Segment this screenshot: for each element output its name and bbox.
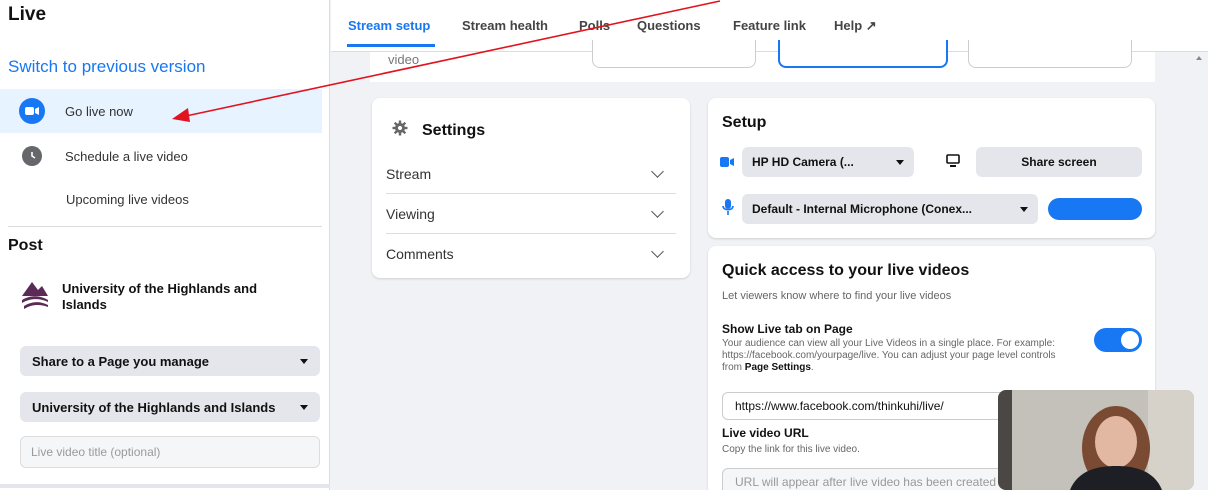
quick-access-title: Quick access to your live videos <box>722 262 970 279</box>
toggle-knob <box>1121 331 1139 349</box>
video-camera-icon <box>19 98 45 124</box>
page-select-dropdown[interactable]: University of the Highlands and Islands <box>20 392 320 422</box>
left-sidebar: Live Switch to previous version Go live … <box>0 0 330 490</box>
tab-stream-setup[interactable]: Stream setup <box>348 18 430 33</box>
accordion-comments[interactable]: Comments <box>386 234 676 274</box>
video-option-label: video <box>388 52 420 67</box>
show-live-tab-description: Your audience can view all your Live Vid… <box>722 338 1067 374</box>
settings-header: Settings <box>392 120 485 141</box>
accordion-stream[interactable]: Stream <box>386 154 676 194</box>
live-title-input[interactable] <box>20 436 320 468</box>
page-identity: University of the Highlands and Islands <box>20 278 272 315</box>
tab-questions[interactable]: Questions <box>637 18 701 33</box>
sidebar-item-label: Go live now <box>65 103 133 119</box>
caret-down-icon <box>1020 206 1028 212</box>
dropdown-value: University of the Highlands and Islands <box>32 399 276 415</box>
chevron-down-icon <box>651 164 664 178</box>
sidebar-item-go-live-now[interactable]: Go live now <box>0 89 322 133</box>
scroll-up-arrow-icon[interactable] <box>1196 56 1202 60</box>
quick-access-subtitle: Let viewers know where to find your live… <box>722 290 952 302</box>
share-to-page-dropdown[interactable]: Share to a Page you manage <box>20 346 320 376</box>
show-live-tab-label: Show Live tab on Page <box>722 322 853 336</box>
chevron-down-icon <box>651 204 664 218</box>
camera-select[interactable]: HP HD Camera (... <box>742 147 914 177</box>
sidebar-item-upcoming[interactable]: Upcoming live videos <box>0 177 322 221</box>
microphone-select[interactable]: Default - Internal Microphone (Conex... <box>742 194 1038 224</box>
monitor-icon <box>946 154 960 173</box>
caret-down-icon <box>896 159 904 165</box>
caret-down-icon <box>300 404 308 410</box>
sidebar-title: Live <box>8 4 47 25</box>
accordion-viewing[interactable]: Viewing <box>386 194 676 234</box>
tab-help[interactable]: Help ↗ <box>834 18 877 34</box>
settings-title: Settings <box>422 121 486 139</box>
webcam-person-image <box>998 390 1194 490</box>
live-video-url-label: Live video URL <box>722 426 809 440</box>
caret-down-icon <box>300 358 308 364</box>
clock-icon <box>22 146 42 166</box>
uhi-logo-icon <box>20 278 50 315</box>
switch-version-link[interactable]: Switch to previous version <box>8 57 205 77</box>
tab-feature-link[interactable]: Feature link <box>733 18 806 33</box>
sidebar-item-label: Schedule a live video <box>65 148 188 164</box>
tab-polls[interactable]: Polls <box>579 18 610 33</box>
share-screen-button[interactable]: Share screen <box>976 147 1142 177</box>
webcam-overlay <box>998 390 1194 490</box>
sidebar-item-label: Upcoming live videos <box>66 191 189 207</box>
copy-link-hint: Copy the link for this live video. <box>722 444 860 455</box>
active-tab-indicator <box>347 44 435 47</box>
setup-title: Setup <box>722 114 767 131</box>
dropdown-value: Share to a Page you manage <box>32 353 210 369</box>
tab-stream-health[interactable]: Stream health <box>462 18 548 33</box>
post-heading: Post <box>8 237 43 254</box>
microphone-icon <box>722 199 734 220</box>
page-settings-link[interactable]: Page Settings <box>745 362 811 373</box>
setup-card: Setup HP HD Camera (... Share screen Def… <box>708 98 1155 238</box>
accordion-label: Comments <box>386 246 454 262</box>
show-live-tab-toggle[interactable] <box>1094 328 1142 352</box>
primary-action-button[interactable] <box>1048 198 1142 220</box>
gear-icon <box>392 120 408 141</box>
divider <box>0 484 330 488</box>
chevron-down-icon <box>651 245 664 258</box>
page-name: University of the Highlands and Islands <box>62 280 258 312</box>
video-source-option[interactable] <box>592 40 756 68</box>
sidebar-item-schedule[interactable]: Schedule a live video <box>0 134 322 178</box>
accordion-label: Stream <box>386 165 432 182</box>
divider <box>8 226 322 227</box>
microphone-value: Default - Internal Microphone (Conex... <box>752 202 973 216</box>
description-end: . <box>810 362 814 373</box>
video-source-option-selected[interactable] <box>778 40 948 68</box>
settings-card: Settings Stream Viewing Comments <box>372 98 690 278</box>
camera-value: HP HD Camera (... <box>752 155 854 169</box>
video-source-option[interactable] <box>968 40 1132 68</box>
accordion-label: Viewing <box>386 205 435 222</box>
video-camera-icon <box>720 155 734 173</box>
